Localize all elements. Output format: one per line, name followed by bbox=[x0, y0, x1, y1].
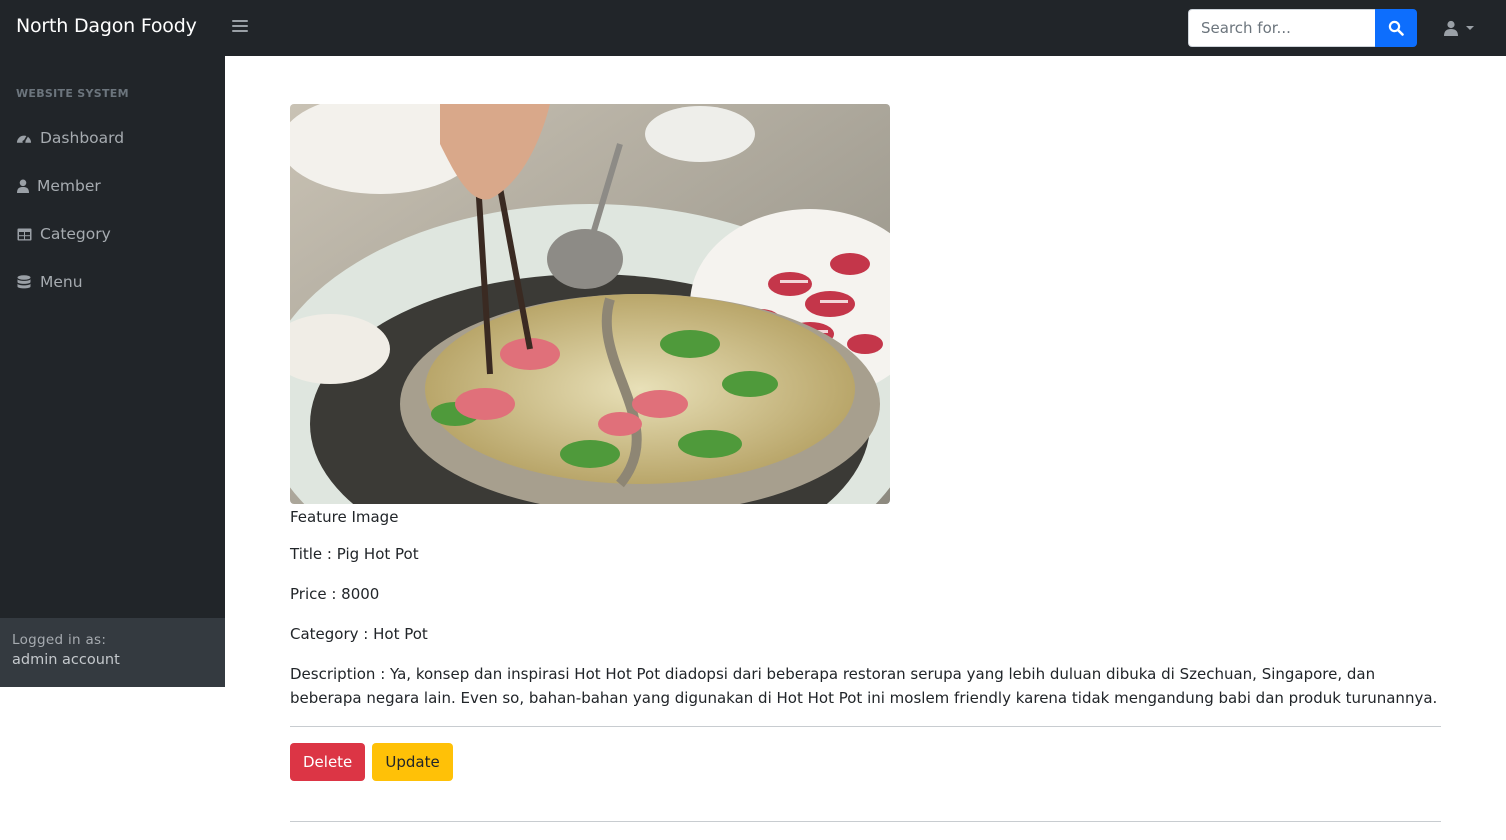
user-icon bbox=[1444, 20, 1458, 36]
brand-logo[interactable]: North Dagon Foody bbox=[16, 15, 197, 37]
sidebar-item-label: Menu bbox=[40, 273, 83, 291]
sidebar-item-menu[interactable]: Menu bbox=[0, 262, 225, 302]
search-button[interactable] bbox=[1375, 9, 1417, 47]
table-icon bbox=[16, 226, 32, 242]
menu-category: Category : Hot Pot bbox=[290, 625, 428, 643]
hamburger-icon bbox=[232, 20, 248, 22]
hamburger-icon-line bbox=[232, 25, 248, 27]
action-buttons: Delete Update bbox=[290, 743, 1441, 781]
user-dropdown-toggle[interactable] bbox=[1440, 16, 1480, 40]
sidebar-item-category[interactable]: Category bbox=[0, 214, 225, 254]
feature-image bbox=[290, 104, 890, 504]
logged-in-label: Logged in as: bbox=[12, 632, 107, 648]
sidebar-item-label: Dashboard bbox=[40, 129, 125, 147]
sidebar-item-member[interactable]: Member bbox=[0, 166, 225, 206]
sidebar-item-label: Member bbox=[37, 177, 101, 195]
menu-price: Price : 8000 bbox=[290, 585, 380, 603]
menu-title: Title : Pig Hot Pot bbox=[290, 545, 419, 563]
feature-image-caption: Feature Image bbox=[290, 508, 399, 526]
database-icon bbox=[16, 274, 32, 290]
menu-detail: Feature Image Title : Pig Hot Pot Price … bbox=[290, 104, 1441, 822]
tachometer-icon bbox=[16, 130, 32, 146]
chevron-down-icon bbox=[1466, 26, 1474, 30]
delete-button[interactable]: Delete bbox=[290, 743, 366, 781]
sidebar: WEBSITE SYSTEM Dashboard Member Category… bbox=[0, 56, 225, 687]
sidebar-item-label: Category bbox=[40, 225, 111, 243]
top-navbar: North Dagon Foody bbox=[0, 0, 1506, 56]
hamburger-icon-line bbox=[232, 30, 248, 32]
sidebar-heading: WEBSITE SYSTEM bbox=[16, 87, 129, 100]
divider bbox=[290, 821, 1441, 822]
sidebar-footer: Logged in as: admin account bbox=[0, 618, 225, 687]
search-input[interactable] bbox=[1188, 9, 1376, 47]
search-form bbox=[1188, 9, 1417, 47]
logged-in-user: admin account bbox=[12, 652, 120, 668]
sidebar-toggle-button[interactable] bbox=[232, 20, 248, 36]
divider bbox=[290, 726, 1441, 727]
user-icon bbox=[16, 178, 29, 194]
search-icon bbox=[1388, 20, 1404, 36]
sidebar-item-dashboard[interactable]: Dashboard bbox=[0, 118, 225, 158]
menu-description: Description : Ya, konsep dan inspirasi H… bbox=[290, 665, 1438, 707]
update-button[interactable]: Update bbox=[372, 743, 453, 781]
